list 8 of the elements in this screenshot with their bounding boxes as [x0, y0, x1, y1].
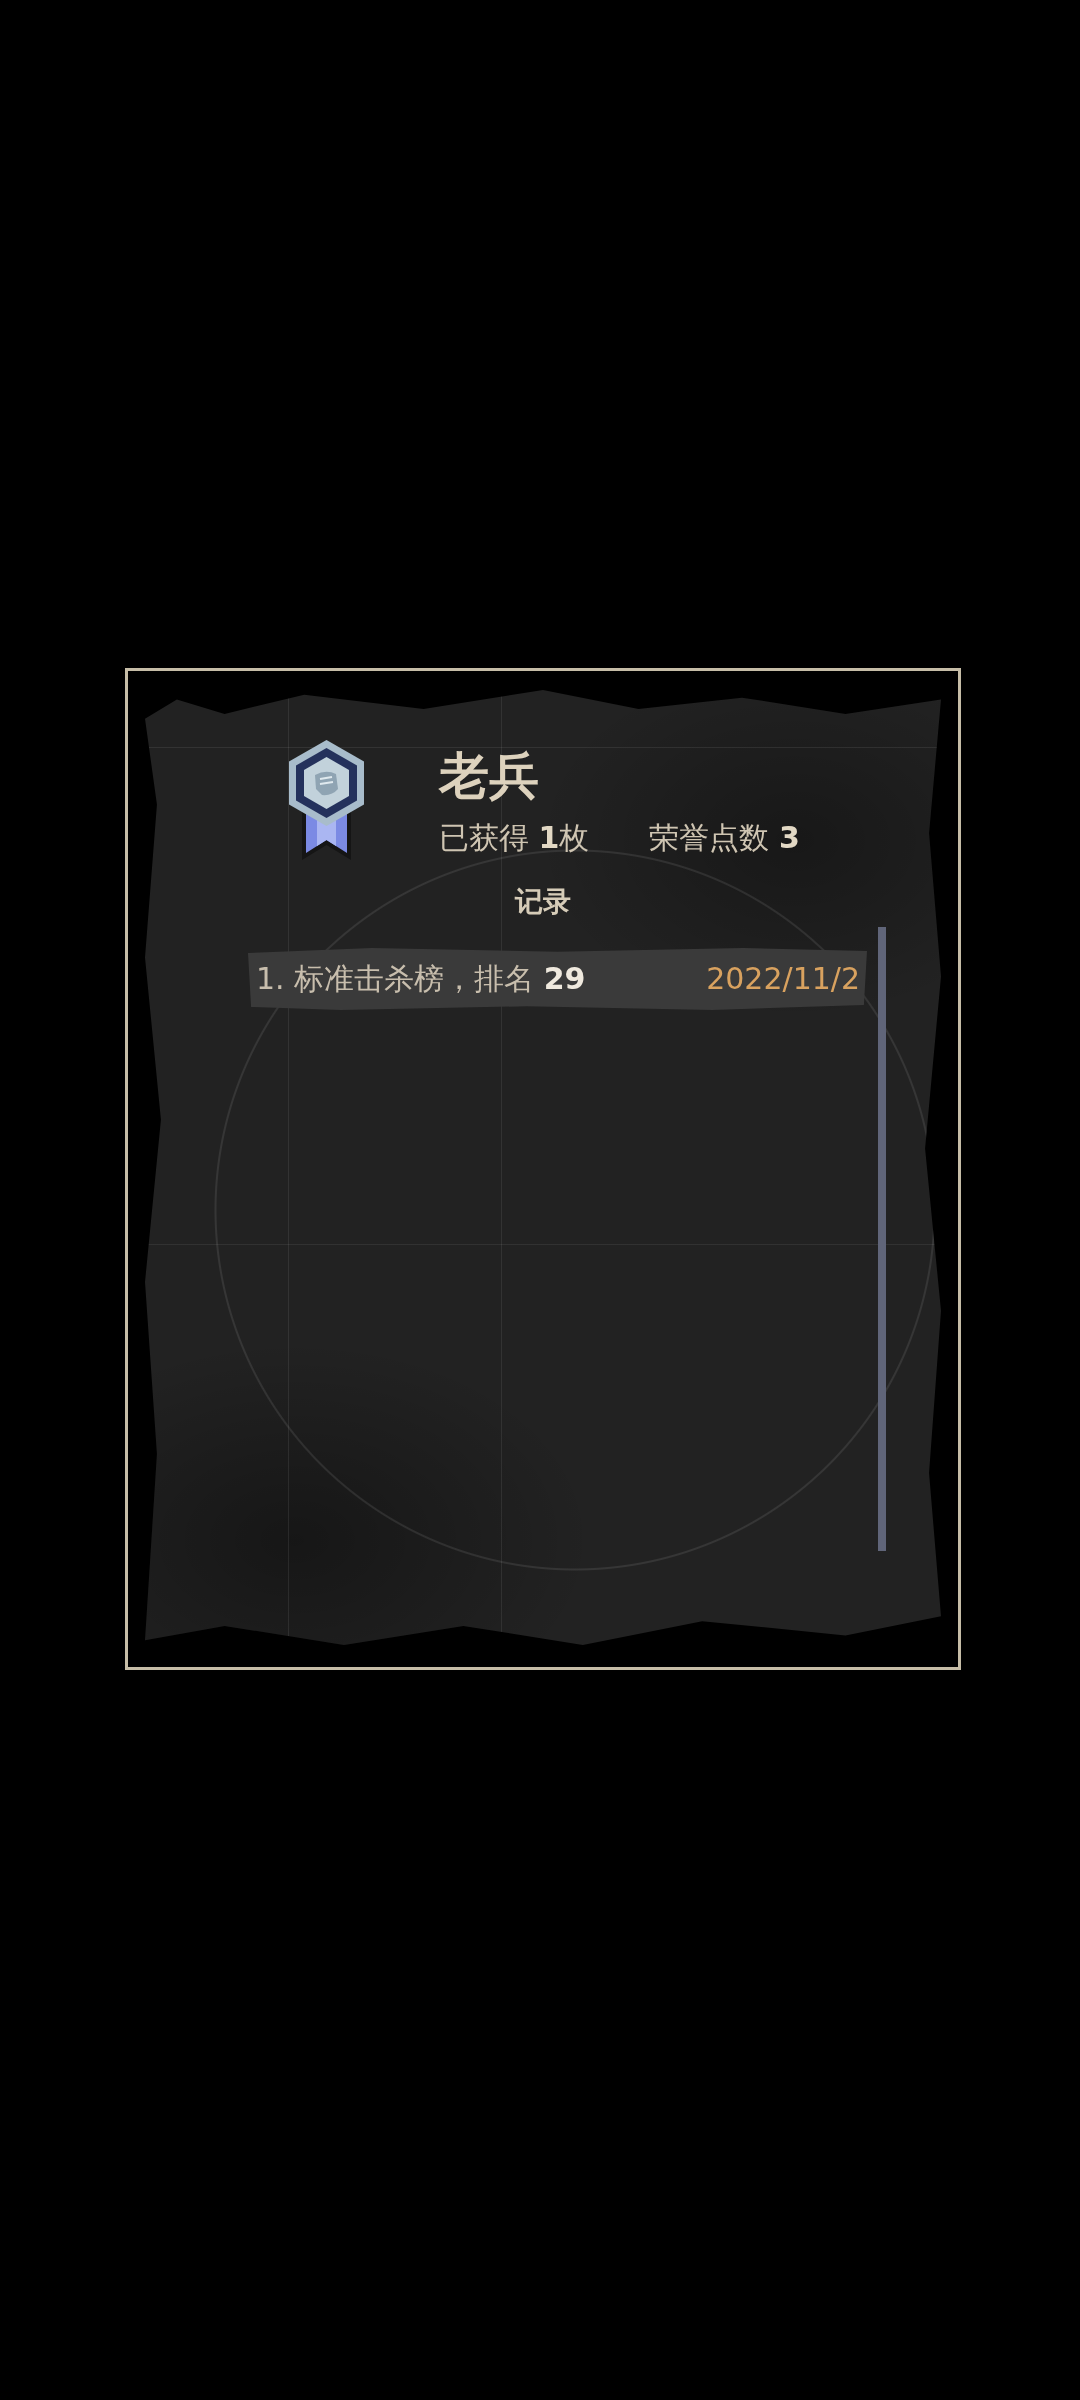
section-heading: 记录: [515, 884, 571, 920]
stat-text: 荣誉点数 3: [649, 819, 800, 857]
medal-icon: [286, 739, 367, 860]
badge-title: 老兵: [439, 748, 540, 804]
scrollbar[interactable]: [878, 927, 886, 1551]
stat-text: 已获得 1枚: [439, 819, 590, 857]
record-text: 1. 标准击杀榜，排名 29: [256, 960, 586, 998]
record-date: 2022/11/2: [706, 960, 860, 998]
